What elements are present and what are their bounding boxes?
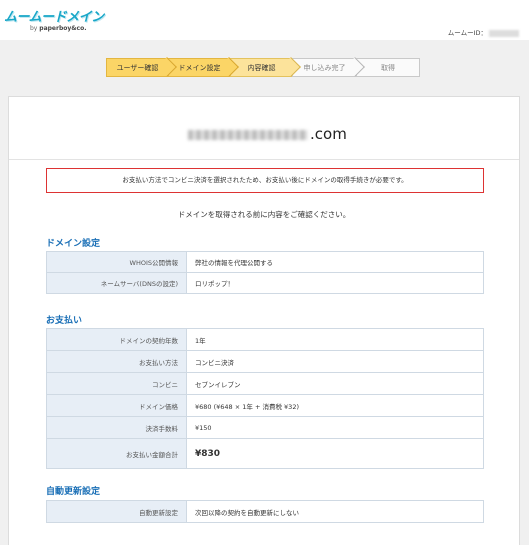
confirm-panel: .com お支払い方法でコンビニ決済を選択されたため、お支払い後にドメインの取得… [8,96,520,545]
domain-settings-table: WHOIS公開情報 弊社の情報を代理公開する ネームサーバ(DNSの設定) ロリ… [46,251,484,294]
logo-byline-brand: paperboy&co. [39,25,87,32]
payment-table: ドメインの契約年数 1年 お支払い方法 コンビニ決済 コンビニ セブンイレブン … [46,328,484,469]
section-title-payment: お支払い [46,316,83,326]
step-label: 取得 [381,64,395,72]
step-label: ドメイン設定 [178,64,221,72]
domain-name-redacted [188,129,308,140]
step-content-confirm: 内容確認 [230,57,301,77]
payment-notice: お支払い方法でコンビニ決済を選択されたため、お支払い後にドメインの取得手続きが必… [46,168,484,193]
row-key: お支払い金額合計 [46,438,187,469]
progress-steps: ユーザー確認 ドメイン設定 内容確認 申し込み完了 取得 [106,57,420,77]
row-key: コンビニ [46,372,187,395]
row-key: お支払い方法 [46,350,187,373]
section-title-domain-settings: ドメイン設定 [46,239,101,249]
logo-byline-prefix: by [30,25,40,32]
table-row: WHOIS公開情報 弊社の情報を代理公開する [46,251,484,273]
row-key: WHOIS公開情報 [46,251,187,273]
row-key: 自動更新設定 [46,500,187,523]
row-value: 弊社の情報を代理公開する [186,251,484,273]
row-key: 決済手数料 [46,416,187,439]
table-row: ドメイン価格 ¥680 (¥648 × 1年 + 消費税 ¥32) [46,394,484,417]
user-id-label: ムームーID： [447,29,487,37]
step-user-confirm: ユーザー確認 [106,57,177,77]
confirm-message: ドメインを取得される前に内容をご確認ください。 [177,210,351,219]
row-value: セブンイレブン [186,372,484,395]
step-label: ユーザー確認 [116,64,159,72]
user-id: ムームーID： [448,27,519,37]
table-row-total: お支払い金額合計 ¥830 [46,438,484,469]
table-row: ネームサーバ(DNSの設定) ロリポップ！ [46,272,484,294]
logo-byline: by paperboy&co. [30,25,104,32]
step-domain-settings: ドメイン設定 [168,57,239,77]
muumuu-domain-logo[interactable]: ムームードメイン by paperboy&co. [4,6,104,32]
top-header: ムームードメイン by paperboy&co. ムームーID： [0,0,529,40]
row-value: ¥680 (¥648 × 1年 + 消費税 ¥32) [186,394,484,417]
logo-text: ムームードメイン [4,10,104,25]
step-complete: 申し込み完了 [292,57,365,77]
domain-suffix: .com [310,125,347,143]
row-value: ¥150 [186,416,484,439]
row-value: 次回以降の契約を自動更新にしない [186,500,484,523]
auto-renew-table: 自動更新設定 次回以降の契約を自動更新にしない [46,500,484,523]
row-key: ドメインの契約年数 [46,328,187,351]
row-value: ロリポップ！ [186,272,484,294]
step-label: 申し込み完了 [303,64,346,72]
row-value: コンビニ決済 [186,350,484,373]
section-title-auto-renew: 自動更新設定 [46,487,101,497]
table-row: ドメインの契約年数 1年 [46,328,484,351]
row-key: ネームサーバ(DNSの設定) [46,272,187,294]
row-key: ドメイン価格 [46,394,187,417]
table-row: コンビニ セブンイレブン [46,372,484,395]
table-row: お支払い方法 コンビニ決済 [46,350,484,373]
domain-header: .com [9,97,519,160]
total-amount: ¥830 [186,438,484,469]
step-label: 内容確認 [247,64,276,72]
domain-name: .com [188,125,347,143]
step-acquire: 取得 [356,58,420,77]
row-value: 1年 [186,328,484,351]
table-row: 決済手数料 ¥150 [46,416,484,439]
user-id-redacted [489,29,519,37]
table-row: 自動更新設定 次回以降の契約を自動更新にしない [46,500,484,523]
